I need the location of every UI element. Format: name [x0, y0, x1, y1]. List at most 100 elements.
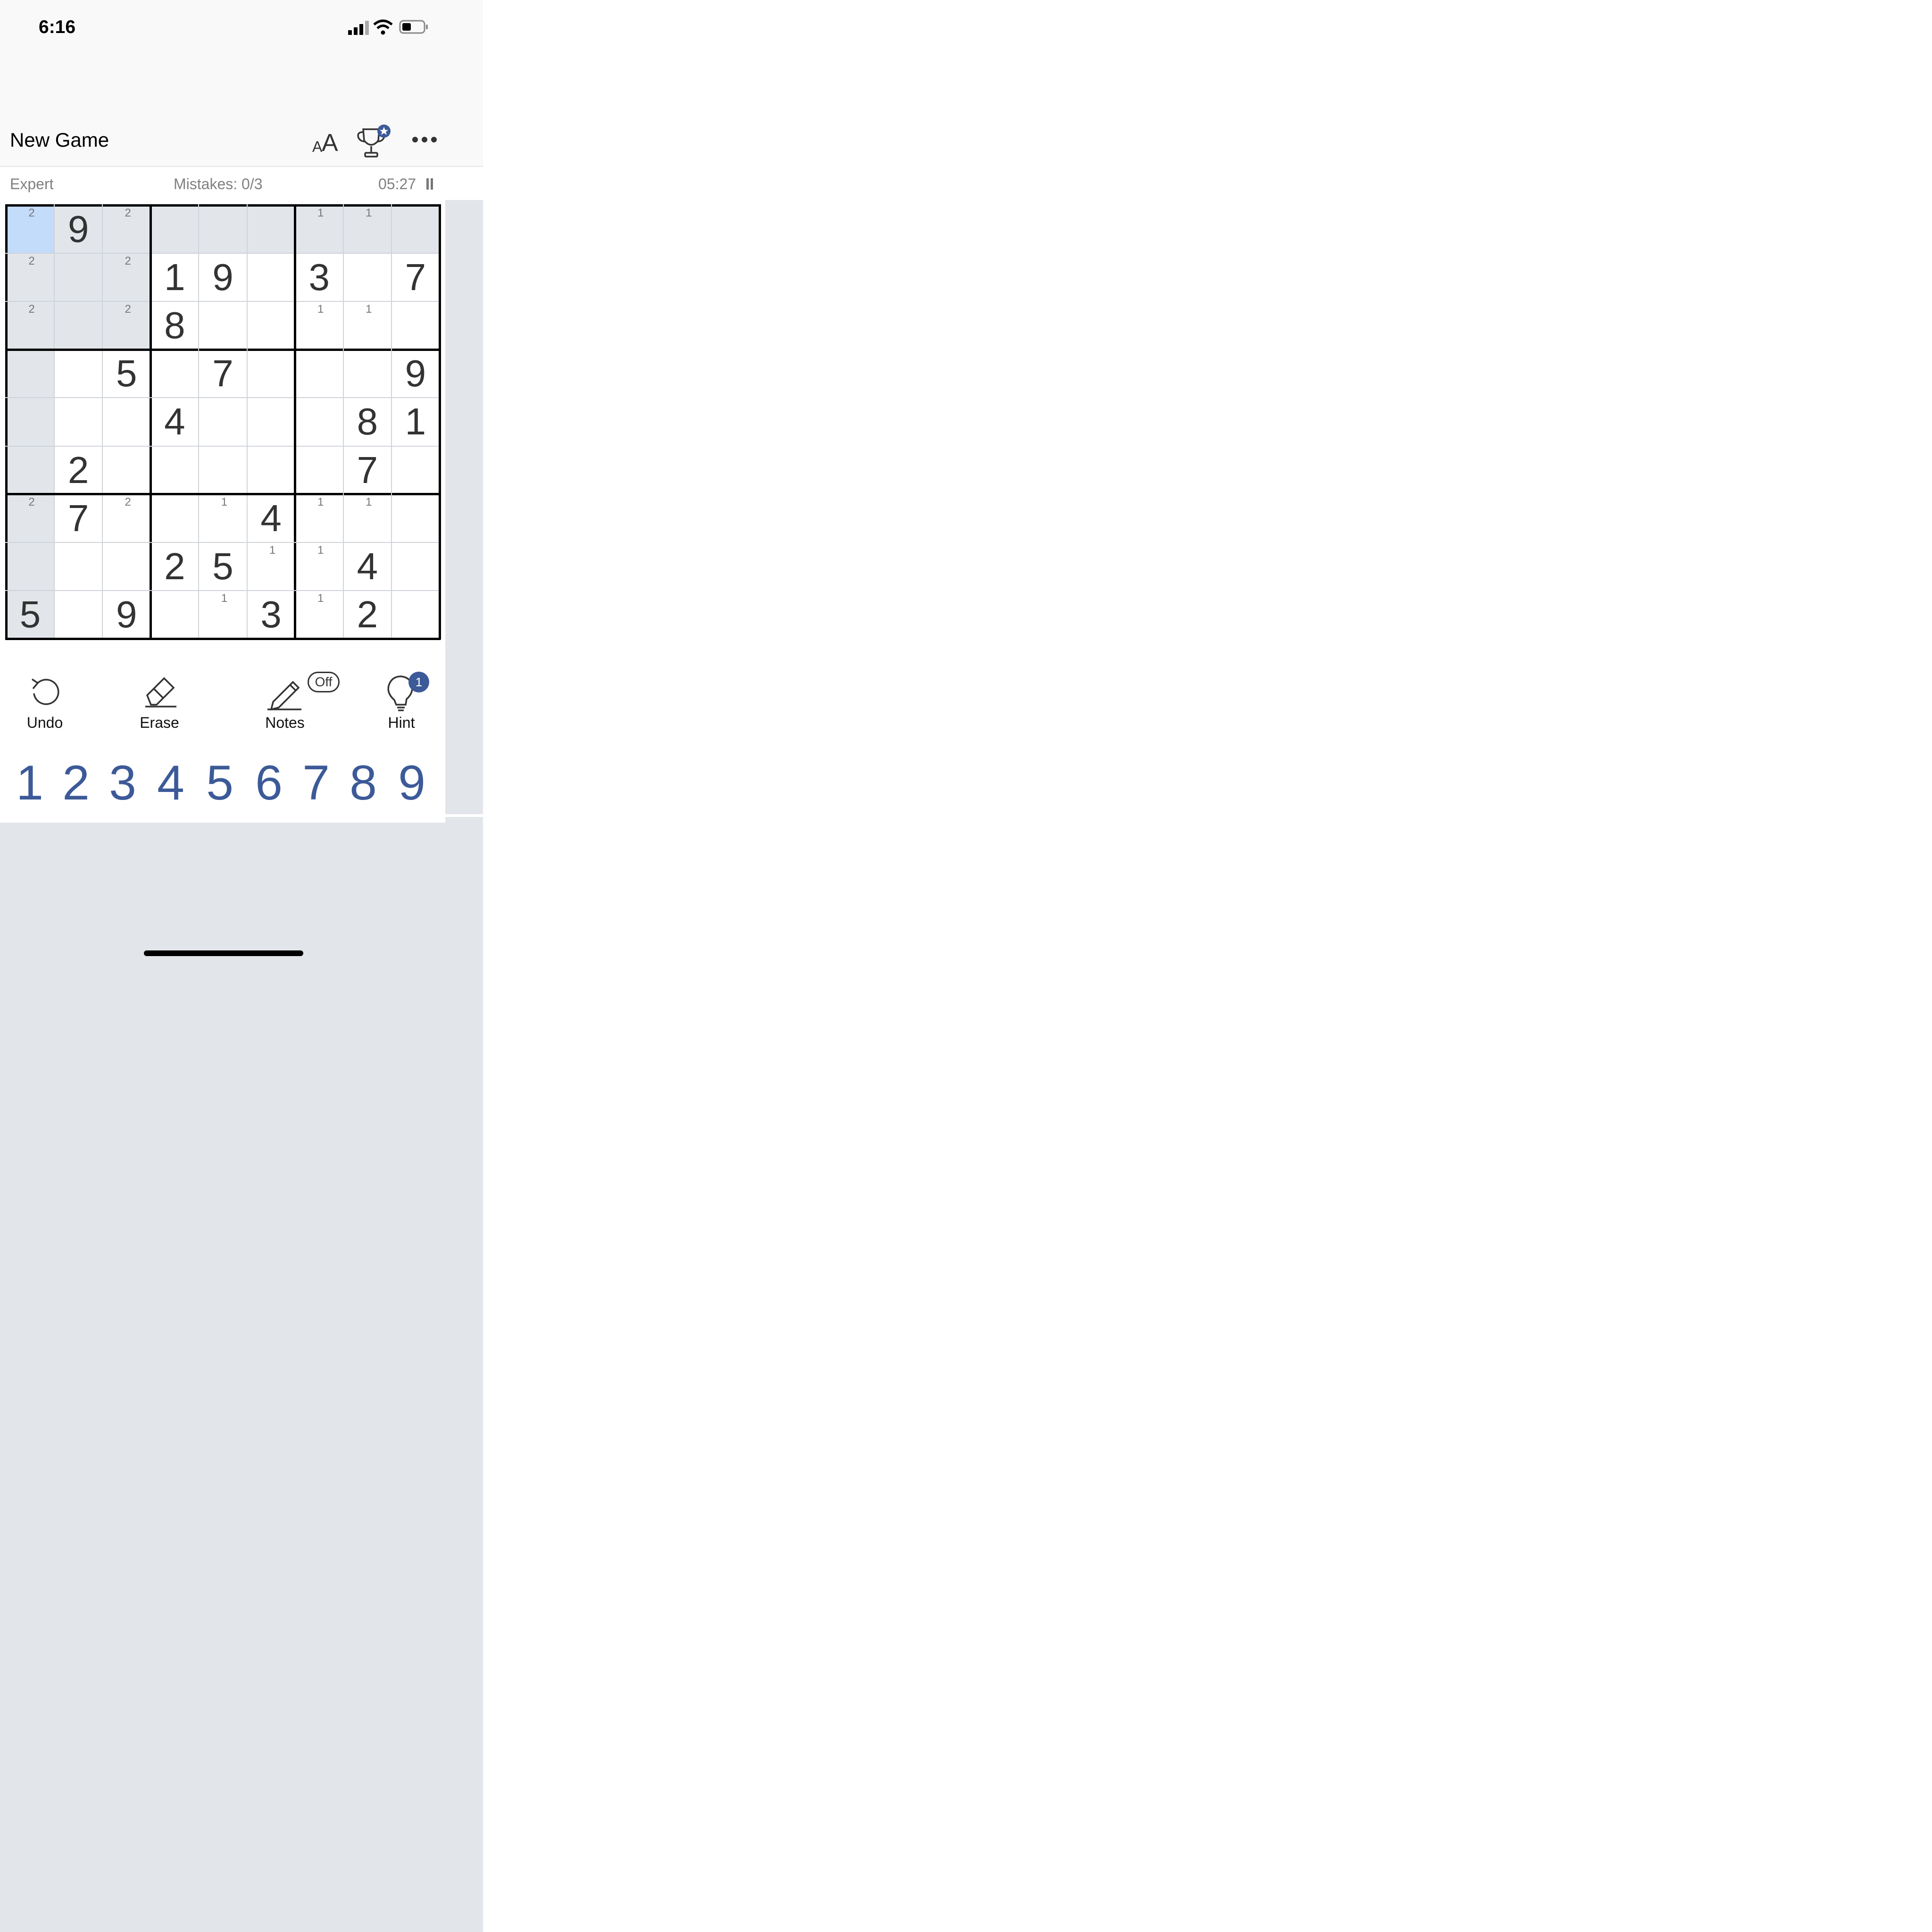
number-key-4[interactable]: 4	[152, 755, 190, 811]
grid-cell[interactable]: 5	[6, 590, 55, 639]
number-key-3[interactable]: 3	[104, 755, 142, 811]
grid-cell[interactable]: 1	[343, 494, 391, 542]
number-key-7[interactable]: 7	[297, 755, 335, 811]
grid-cell[interactable]: 2	[150, 542, 199, 591]
grid-cell[interactable]	[391, 205, 440, 254]
grid-cell[interactable]: 1	[199, 590, 247, 639]
grid-cell[interactable]: 1	[295, 494, 343, 542]
grid-cell[interactable]: 1	[343, 205, 391, 254]
grid-cell[interactable]	[199, 301, 247, 350]
grid-cell[interactable]: 7	[343, 446, 391, 494]
number-key-8[interactable]: 8	[344, 755, 382, 811]
grid-cell[interactable]	[6, 542, 55, 591]
grid-cell[interactable]	[54, 542, 103, 591]
number-key-6[interactable]: 6	[250, 755, 288, 811]
grid-cell[interactable]	[6, 398, 55, 446]
grid-cell[interactable]	[150, 446, 199, 494]
grid-cell[interactable]	[247, 253, 295, 302]
pause-icon[interactable]	[425, 177, 434, 191]
grid-cell[interactable]: 9	[102, 590, 151, 639]
number-key-1[interactable]: 1	[11, 755, 49, 811]
grid-cell[interactable]: 2	[6, 253, 55, 302]
grid-cell[interactable]: 2	[6, 205, 55, 254]
new-game-button[interactable]: New Game	[10, 127, 109, 153]
grid-cell[interactable]	[391, 301, 440, 350]
grid-cell[interactable]	[343, 350, 391, 398]
undo-button[interactable]: Undo	[5, 665, 85, 736]
grid-cell[interactable]: 7	[54, 494, 103, 542]
hint-button[interactable]: 1 Hint	[361, 665, 441, 736]
grid-cell[interactable]	[102, 542, 151, 591]
number-key-9[interactable]: 9	[393, 755, 431, 811]
trophy-icon[interactable]	[355, 122, 393, 160]
grid-cell[interactable]: 4	[247, 494, 295, 542]
font-size-icon[interactable]: A A	[311, 127, 341, 156]
grid-cell[interactable]	[54, 253, 103, 302]
grid-cell[interactable]: 4	[343, 542, 391, 591]
grid-cell[interactable]	[199, 446, 247, 494]
grid-cell[interactable]	[150, 590, 199, 639]
grid-cell[interactable]: 1	[295, 542, 343, 591]
grid-cell[interactable]	[54, 301, 103, 350]
grid-cell[interactable]: 1	[247, 542, 295, 591]
notes-button[interactable]: Off Notes	[245, 665, 340, 736]
grid-cell[interactable]	[391, 590, 440, 639]
grid-cell[interactable]: 1	[295, 301, 343, 350]
grid-cell[interactable]	[199, 398, 247, 446]
grid-cell[interactable]	[54, 398, 103, 446]
grid-cell[interactable]	[247, 350, 295, 398]
grid-cell[interactable]	[102, 398, 151, 446]
grid-cell[interactable]	[343, 253, 391, 302]
more-icon[interactable]	[411, 135, 438, 144]
grid-cell[interactable]: 3	[247, 590, 295, 639]
grid-cell[interactable]: 3	[295, 253, 343, 302]
number-key-2[interactable]: 2	[57, 755, 95, 811]
grid-cell[interactable]: 5	[102, 350, 151, 398]
grid-cell[interactable]	[54, 590, 103, 639]
grid-cell[interactable]: 8	[150, 301, 199, 350]
grid-cell[interactable]	[150, 350, 199, 398]
grid-cell[interactable]	[247, 446, 295, 494]
grid-cell[interactable]: 2	[6, 301, 55, 350]
grid-cell[interactable]	[247, 398, 295, 446]
number-key-5[interactable]: 5	[201, 755, 239, 811]
grid-cell[interactable]	[295, 398, 343, 446]
grid-cell[interactable]: 2	[102, 301, 151, 350]
grid-cell[interactable]: 9	[54, 205, 103, 254]
grid-cell[interactable]: 2	[6, 494, 55, 542]
grid-cell[interactable]: 7	[391, 253, 440, 302]
grid-cell[interactable]	[295, 350, 343, 398]
notes-toggle-badge[interactable]: Off	[308, 672, 340, 692]
erase-button[interactable]: Erase	[119, 665, 200, 736]
grid-cell[interactable]: 9	[199, 253, 247, 302]
grid-cell[interactable]: 2	[102, 205, 151, 254]
grid-cell[interactable]: 2	[102, 494, 151, 542]
grid-cell[interactable]: 2	[54, 446, 103, 494]
grid-cell[interactable]	[6, 350, 55, 398]
grid-cell[interactable]: 1	[295, 590, 343, 639]
grid-cell[interactable]: 5	[199, 542, 247, 591]
grid-cell[interactable]: 9	[391, 350, 440, 398]
grid-cell[interactable]: 4	[150, 398, 199, 446]
grid-cell[interactable]: 1	[199, 494, 247, 542]
grid-cell[interactable]	[6, 446, 55, 494]
grid-cell[interactable]	[295, 446, 343, 494]
grid-cell[interactable]	[247, 205, 295, 254]
grid-cell[interactable]	[391, 542, 440, 591]
grid-cell[interactable]: 1	[391, 398, 440, 446]
grid-cell[interactable]	[247, 301, 295, 350]
grid-cell[interactable]: 1	[343, 301, 391, 350]
grid-cell[interactable]: 1	[295, 205, 343, 254]
grid-cell[interactable]: 2	[343, 590, 391, 639]
grid-cell[interactable]: 8	[343, 398, 391, 446]
grid-cell[interactable]: 2	[102, 253, 151, 302]
grid-cell[interactable]	[391, 446, 440, 494]
grid-cell[interactable]	[102, 446, 151, 494]
grid-cell[interactable]: 7	[199, 350, 247, 398]
grid-cell[interactable]	[199, 205, 247, 254]
grid-cell[interactable]	[391, 494, 440, 542]
grid-cell[interactable]	[54, 350, 103, 398]
grid-cell[interactable]	[150, 205, 199, 254]
grid-cell[interactable]	[150, 494, 199, 542]
grid-cell[interactable]: 1	[150, 253, 199, 302]
